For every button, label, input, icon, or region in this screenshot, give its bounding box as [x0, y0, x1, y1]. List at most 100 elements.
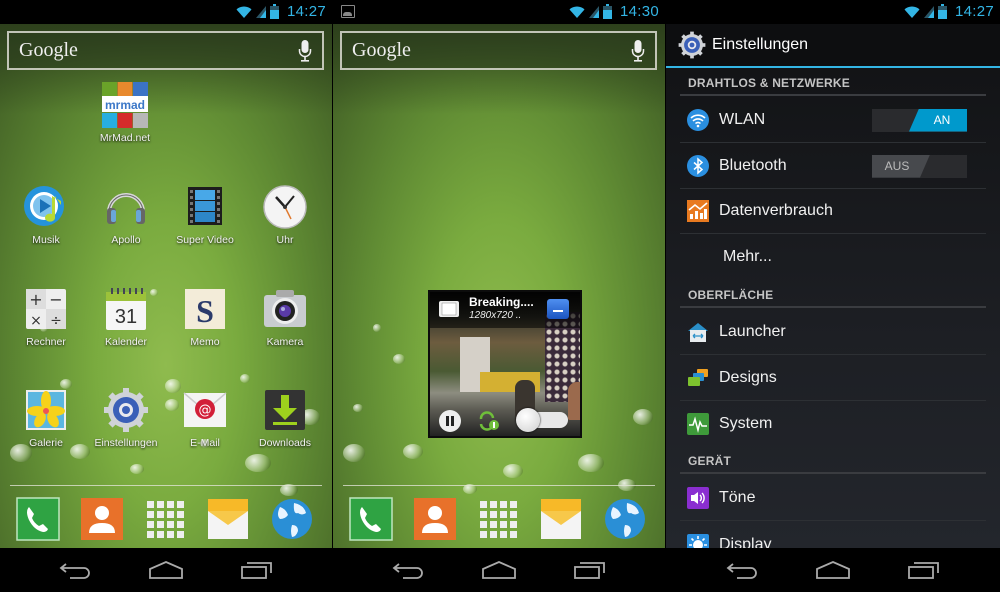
back-button[interactable] [53, 555, 97, 585]
recent-apps-icon [240, 562, 272, 579]
app-rechner[interactable]: + − × ÷ Rechner [6, 286, 86, 348]
home-screen-video-popup: 14:30 Google Breaking.... 1280x720 .. [333, 0, 665, 592]
seek-handle[interactable] [516, 408, 540, 432]
row-label: System [719, 414, 773, 432]
repeat-icon[interactable] [478, 411, 500, 431]
app-drawer-icon [147, 501, 184, 538]
dock-app-drawer[interactable] [143, 497, 187, 541]
bluetooth-toggle[interactable]: AUS [872, 154, 967, 178]
battery-icon [602, 4, 612, 19]
floating-video-player[interactable]: Breaking.... 1280x720 .. [428, 290, 582, 438]
settings-row-launcher[interactable]: Launcher [680, 310, 986, 355]
recent-apps-icon [908, 562, 940, 579]
status-bar[interactable]: 14:27 [0, 0, 332, 24]
settings-row-wlan[interactable]: WLAN AN [680, 98, 986, 143]
app-email[interactable]: @ E-Mail [165, 387, 245, 449]
recent-apps-icon [573, 562, 605, 579]
section-header-device: GERÄT [680, 448, 986, 474]
launcher-icon [688, 323, 708, 342]
app-label: Einstellungen [94, 437, 158, 449]
back-icon [726, 563, 757, 579]
app-kalender[interactable]: 31 Kalender [86, 286, 166, 348]
app-mrmad[interactable]: mrmad MrMad.net [85, 82, 165, 144]
home-button[interactable] [477, 555, 521, 585]
recent-apps-button[interactable] [902, 555, 946, 585]
dock-app-drawer[interactable] [476, 497, 520, 541]
app-label: Downloads [259, 437, 311, 449]
app-einstellungen[interactable]: Einstellungen [86, 387, 166, 449]
home-button[interactable] [144, 555, 188, 585]
row-label: Datenverbrauch [719, 202, 833, 219]
fullscreen-icon[interactable] [438, 300, 460, 318]
contacts-icon [414, 498, 456, 540]
settings-gear-icon[interactable] [678, 31, 706, 59]
status-time: 14:27 [286, 3, 326, 20]
section-header-wireless: DRAHTLOS & NETZWERKE [680, 70, 986, 96]
recent-apps-button[interactable] [568, 555, 612, 585]
google-search-bar[interactable]: Google [7, 31, 324, 70]
calendar-day: 31 [115, 306, 137, 328]
video-seekbar[interactable] [516, 408, 568, 432]
dock-browser[interactable] [270, 497, 314, 541]
app-label: MrMad.net [99, 132, 151, 144]
action-bar: Einstellungen [666, 24, 1000, 68]
settings-row-more[interactable]: Mehr... [680, 234, 986, 279]
dock-messaging[interactable] [206, 497, 250, 541]
sound-icon [687, 487, 709, 509]
svg-text:×: × [30, 313, 42, 329]
status-bar[interactable]: 14:27 [666, 0, 1000, 24]
browser-globe-icon [605, 499, 645, 539]
google-search-bar[interactable]: Google [340, 31, 657, 70]
mrmad-icon: mrmad [102, 82, 148, 128]
wifi-signal-icon [236, 6, 252, 18]
dock-divider [10, 485, 322, 486]
app-kamera[interactable]: Kamera [245, 286, 325, 348]
dock-divider [343, 485, 655, 486]
film-strip-icon [182, 184, 228, 230]
app-memo[interactable]: S Memo [165, 286, 245, 348]
app-downloads[interactable]: Downloads [245, 387, 325, 449]
section-header-interface: OBERFLÄCHE [680, 282, 986, 308]
wlan-toggle[interactable]: AN [872, 108, 967, 132]
cell-signal-icon [255, 5, 266, 18]
dock-phone[interactable] [16, 497, 60, 541]
dock-phone[interactable] [349, 497, 393, 541]
recent-apps-button[interactable] [235, 555, 279, 585]
app-apollo[interactable]: Apollo [86, 184, 166, 246]
app-label: Galerie [29, 437, 63, 449]
app-super-video[interactable]: Super Video [165, 184, 245, 246]
calculator-icon: + − × ÷ [23, 286, 69, 332]
back-button[interactable] [386, 555, 430, 585]
settings-row-sounds[interactable]: Töne [680, 476, 986, 521]
settings-row-designs[interactable]: Designs [680, 356, 986, 401]
dock-contacts[interactable] [80, 497, 124, 541]
minimize-button[interactable] [547, 299, 569, 319]
home-button[interactable] [811, 555, 855, 585]
app-musik[interactable]: Musik [6, 184, 86, 246]
back-button[interactable] [720, 555, 764, 585]
app-galerie[interactable]: Galerie [6, 387, 86, 449]
settings-row-data-usage[interactable]: Datenverbrauch [680, 189, 986, 234]
navigation-bar [0, 548, 332, 592]
settings-row-system[interactable]: System [680, 401, 986, 446]
microphone-icon[interactable] [631, 39, 645, 62]
cell-signal-icon [923, 5, 934, 18]
back-icon [392, 563, 424, 579]
battery-icon [269, 4, 279, 19]
app-label: Kalender [104, 336, 148, 348]
dock-browser[interactable] [603, 497, 647, 541]
data-usage-icon [687, 200, 709, 222]
settings-row-bluetooth[interactable]: Bluetooth AUS [680, 144, 986, 189]
dock-contacts[interactable] [413, 497, 457, 541]
phone-icon [349, 497, 393, 541]
messaging-icon [208, 499, 248, 539]
pause-button[interactable] [438, 409, 462, 433]
toggle-state: AN [909, 108, 967, 132]
google-logo: Google [19, 39, 78, 61]
dock-messaging[interactable] [539, 497, 583, 541]
status-bar[interactable]: 14:30 [333, 0, 665, 24]
microphone-icon[interactable] [298, 39, 312, 62]
row-label: Mehr... [723, 247, 772, 265]
wallpaper[interactable] [333, 24, 665, 548]
app-uhr[interactable]: Uhr [245, 184, 325, 246]
